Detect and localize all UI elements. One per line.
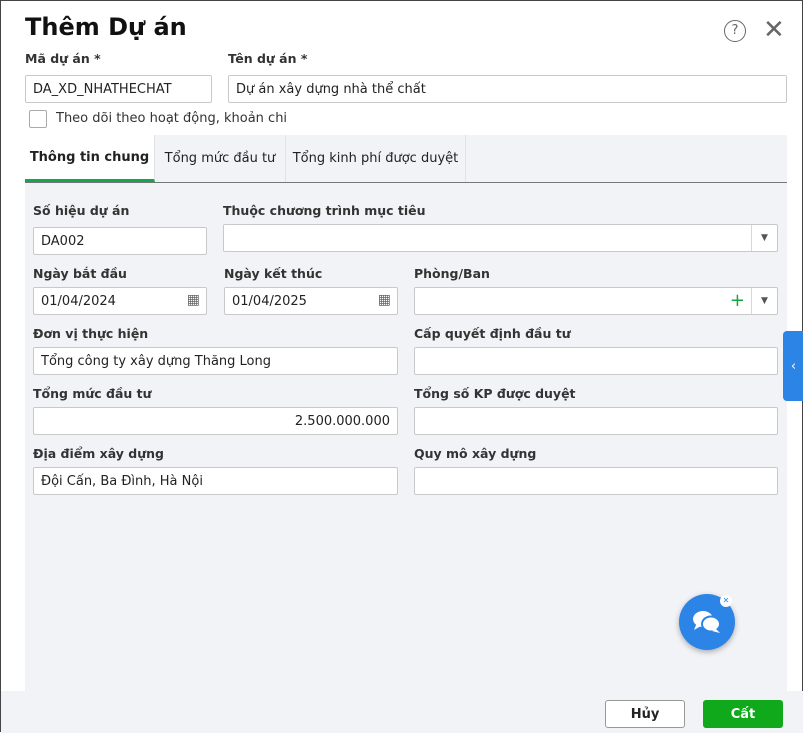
target-program-select[interactable]: ▼	[223, 224, 778, 252]
add-icon[interactable]: +	[730, 290, 745, 311]
implementing-unit-label: Đơn vị thực hiện	[33, 326, 149, 341]
project-code-label: Mã dự án *	[25, 51, 101, 66]
project-number-label: Số hiệu dự án	[33, 203, 130, 218]
track-checkbox[interactable]	[29, 110, 47, 128]
tab-general-info[interactable]: Thông tin chung	[25, 135, 155, 182]
department-select[interactable]: + ▼	[414, 287, 778, 315]
calendar-icon[interactable]: ▦	[378, 292, 391, 308]
chevron-down-icon[interactable]: ▼	[751, 225, 777, 251]
chevron-down-icon[interactable]: ▼	[751, 288, 777, 314]
total-investment-label: Tổng mức đầu tư	[33, 386, 152, 401]
tab-bar: Thông tin chung Tổng mức đầu tư Tổng kin…	[25, 135, 787, 183]
total-investment-input[interactable]: 2.500.000.000	[33, 407, 398, 435]
cancel-button[interactable]: Hủy	[605, 700, 685, 728]
scale-label: Quy mô xây dựng	[414, 446, 537, 461]
decision-level-input[interactable]	[414, 347, 778, 375]
chat-close-icon[interactable]: ✕	[720, 595, 732, 607]
start-date-label: Ngày bắt đầu	[33, 266, 127, 281]
close-icon[interactable]: ✕	[763, 17, 785, 43]
implementing-unit-input[interactable]: Tổng công ty xây dựng Thăng Long	[33, 347, 398, 375]
help-icon[interactable]: ?	[724, 20, 746, 42]
approved-budget-label: Tổng số KP được duyệt	[414, 386, 576, 401]
form-panel	[25, 183, 787, 691]
department-label: Phòng/Ban	[414, 266, 490, 281]
end-date-label: Ngày kết thúc	[224, 266, 323, 281]
calendar-icon[interactable]: ▦	[187, 292, 200, 308]
project-name-label: Tên dự án *	[228, 51, 308, 66]
end-date-value: 01/04/2025	[232, 293, 307, 309]
save-button[interactable]: Cất	[703, 700, 783, 728]
target-program-label: Thuộc chương trình mục tiêu	[223, 203, 426, 218]
tab-total-investment[interactable]: Tổng mức đầu tư	[155, 135, 286, 182]
project-number-input[interactable]: DA002	[33, 227, 207, 255]
tab-approved-budget[interactable]: Tổng kinh phí được duyệt	[286, 135, 466, 182]
chevron-left-icon: ‹	[790, 358, 797, 374]
side-panel-toggle[interactable]: ‹	[783, 331, 803, 401]
dialog-title: Thêm Dự án	[25, 13, 187, 41]
project-name-input[interactable]: Dự án xây dựng nhà thể chất	[228, 75, 787, 103]
decision-level-label: Cấp quyết định đầu tư	[414, 326, 571, 341]
project-code-input[interactable]: DA_XD_NHATHECHAT	[25, 75, 212, 103]
end-date-input[interactable]: 01/04/2025 ▦	[224, 287, 398, 315]
track-label: Theo dõi theo hoạt động, khoản chi	[56, 111, 288, 126]
approved-budget-input[interactable]	[414, 407, 778, 435]
start-date-value: 01/04/2024	[41, 293, 116, 309]
chat-bubbles-icon	[693, 611, 721, 633]
location-input[interactable]: Đội Cấn, Ba Đình, Hà Nội	[33, 467, 398, 495]
scale-input[interactable]	[414, 467, 778, 495]
start-date-input[interactable]: 01/04/2024 ▦	[33, 287, 207, 315]
location-label: Địa điểm xây dựng	[33, 446, 164, 461]
